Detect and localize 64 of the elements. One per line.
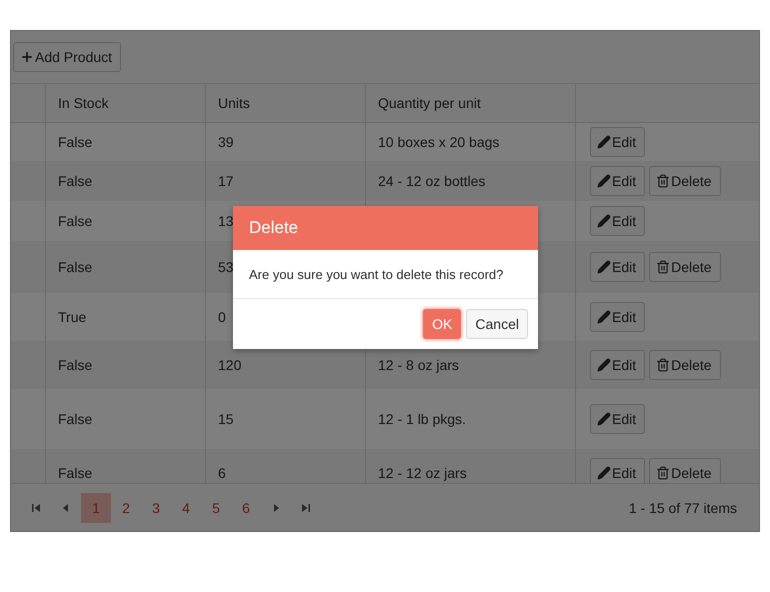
delete-button[interactable]: Delete xyxy=(649,458,721,483)
pencil-icon xyxy=(597,310,611,324)
pencil-icon xyxy=(597,174,611,188)
page-button[interactable]: 4 xyxy=(171,492,201,522)
table-cell: False xyxy=(58,260,92,274)
table-cell: False xyxy=(58,135,92,149)
table-cell: False xyxy=(58,466,92,480)
plus-icon xyxy=(20,50,34,64)
pencil-icon xyxy=(597,214,611,228)
edit-button[interactable]: Edit xyxy=(590,206,646,236)
table-cell: 39 xyxy=(218,135,234,149)
table-cell: 12 - 1 lb pkgs. xyxy=(378,412,466,426)
delete-button[interactable]: Delete xyxy=(649,252,721,282)
add-product-button[interactable]: Add Product xyxy=(13,42,122,72)
table-cell: 17 xyxy=(218,174,234,188)
delete-button[interactable]: Delete xyxy=(649,166,721,196)
next-page-icon xyxy=(272,502,280,512)
table-cell: 12 - 12 oz jars xyxy=(378,466,467,480)
dialog-message: Are you sure you want to delete this record? xyxy=(233,250,538,299)
cancel-button[interactable]: Cancel xyxy=(466,309,528,339)
trash-icon xyxy=(656,260,670,274)
previous-page-icon xyxy=(62,502,70,512)
table-cell: 10 boxes x 20 bags xyxy=(378,135,500,149)
pencil-icon xyxy=(597,466,611,480)
column-header[interactable]: Quantity per unit xyxy=(378,96,481,110)
page-button[interactable]: 2 xyxy=(111,492,141,522)
table-cell: 53 xyxy=(218,260,234,274)
edit-button[interactable]: Edit xyxy=(590,252,646,282)
confirm-button[interactable]: OK xyxy=(423,309,462,339)
table-cell: 0 xyxy=(218,310,226,324)
page-button[interactable]: 6 xyxy=(231,492,261,522)
pencil-icon xyxy=(597,135,611,149)
table-cell: False xyxy=(58,412,92,426)
table-cell: 6 xyxy=(218,466,226,480)
table-cell: 13 xyxy=(218,214,234,228)
trash-icon xyxy=(656,466,670,480)
edit-button[interactable]: Edit xyxy=(590,350,646,380)
table-cell: False xyxy=(58,358,92,372)
edit-button[interactable]: Edit xyxy=(590,166,646,196)
last-page-icon xyxy=(302,502,310,512)
table-cell: 12 - 8 oz jars xyxy=(378,358,459,372)
table-cell: False xyxy=(58,214,92,228)
pencil-icon xyxy=(597,412,611,426)
trash-icon xyxy=(656,358,670,372)
pencil-icon xyxy=(597,358,611,372)
dialog-title: Delete xyxy=(233,206,538,250)
edit-button[interactable]: Edit xyxy=(590,302,646,332)
first-page-icon xyxy=(32,502,40,512)
column-header[interactable]: Units xyxy=(218,96,250,110)
edit-button[interactable]: Edit xyxy=(590,127,646,157)
table-cell: 15 xyxy=(218,412,234,426)
table-cell: 120 xyxy=(218,358,242,372)
pager-info: 1 - 15 of 77 items xyxy=(628,500,738,516)
pencil-icon xyxy=(597,260,611,274)
edit-button[interactable]: Edit xyxy=(590,458,646,483)
table-cell: 24 - 12 oz bottles xyxy=(378,174,486,188)
page-button[interactable]: 3 xyxy=(141,492,171,522)
delete-button[interactable]: Delete xyxy=(649,350,721,380)
page-button[interactable]: 5 xyxy=(201,492,231,522)
trash-icon xyxy=(656,174,670,188)
edit-button[interactable]: Edit xyxy=(590,404,646,434)
table-cell: True xyxy=(58,310,86,324)
table-cell: False xyxy=(58,174,92,188)
column-header[interactable]: In Stock xyxy=(58,96,109,110)
